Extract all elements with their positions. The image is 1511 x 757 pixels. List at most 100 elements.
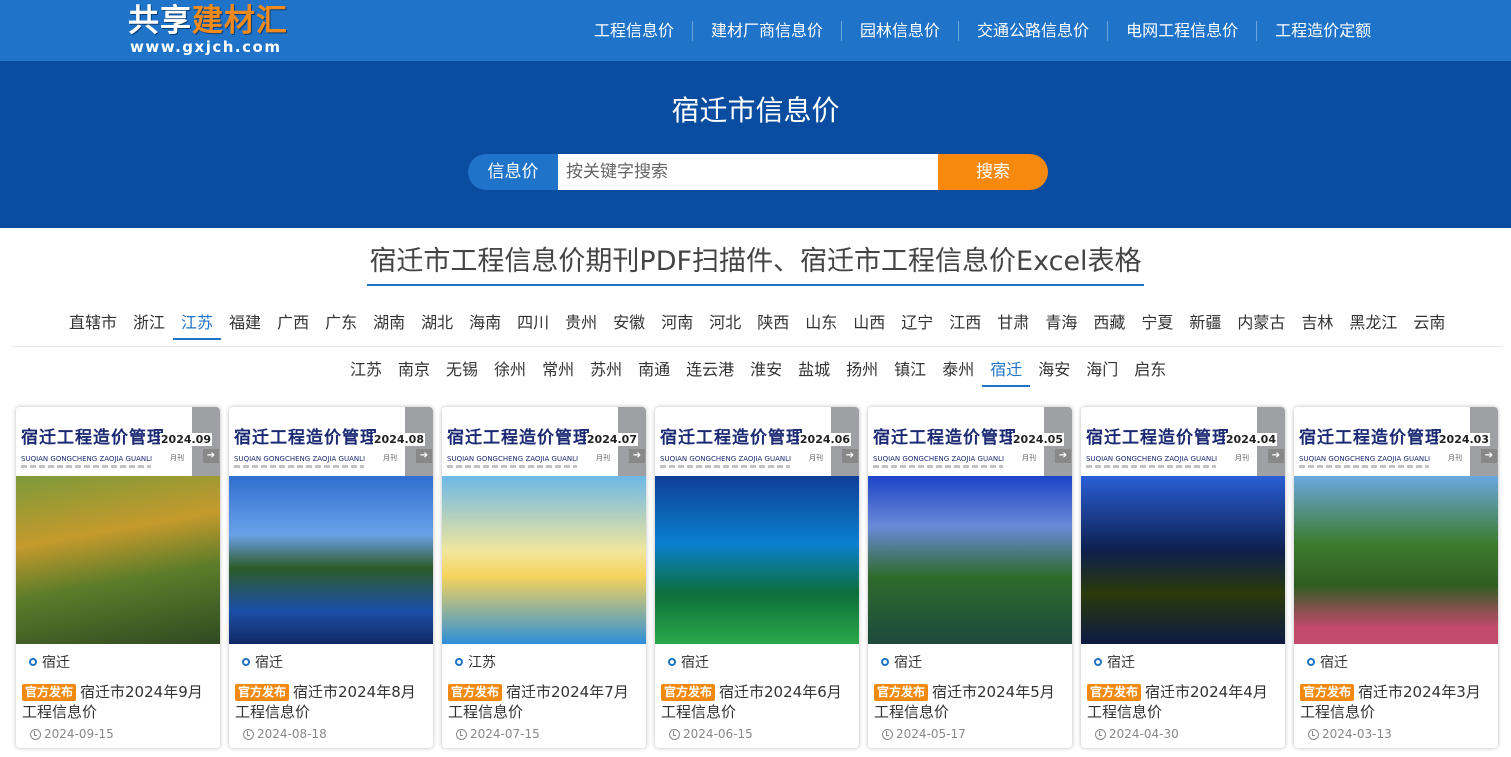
province-filter-item[interactable]: 吉林 (1293, 310, 1341, 340)
card-title[interactable]: 官方发布 宿迁市2024年6月工程信息价 (661, 682, 853, 722)
magazine-cover-image[interactable]: 宿迁工程造价管理 2024.06 SUQIAN GONGCHENG ZAOJIA… (655, 407, 859, 644)
cover-fine-print (1299, 465, 1429, 468)
city-filter-item[interactable]: 启东 (1126, 357, 1174, 387)
region-tag-label: 宿迁 (255, 655, 283, 671)
province-filter-item[interactable]: 陕西 (749, 310, 797, 340)
region-tag[interactable]: 宿迁 (881, 653, 1066, 671)
city-filter-item[interactable]: 无锡 (438, 357, 486, 387)
province-filter-item[interactable]: 广西 (269, 310, 317, 340)
nav-item-landscape-price[interactable]: 园林信息价 (842, 20, 960, 41)
cover-header: 宿迁工程造价管理 2024.03 SUQIAN GONGCHENG ZAOJIA… (1294, 407, 1498, 476)
province-filter-item[interactable]: 山东 (797, 310, 845, 340)
card-title[interactable]: 官方发布 宿迁市2024年8月工程信息价 (235, 682, 427, 722)
city-filter-item[interactable]: 徐州 (486, 357, 534, 387)
city-filter-item[interactable]: 海安 (1030, 357, 1078, 387)
city-filter-item[interactable]: 盐城 (790, 357, 838, 387)
region-tag-label: 宿迁 (42, 655, 70, 671)
cover-frequency: 月刊 (1448, 454, 1462, 462)
clock-icon (456, 728, 467, 740)
nav-item-manufacturer-price[interactable]: 建材厂商信息价 (693, 20, 843, 41)
region-tag[interactable]: 宿迁 (668, 653, 853, 671)
province-filter-item[interactable]: 西藏 (1085, 310, 1133, 340)
publish-date-text: 2024-07-15 (470, 727, 540, 741)
province-filter-item[interactable]: 安徽 (605, 310, 653, 340)
region-tag[interactable]: 江苏 (455, 653, 640, 671)
site-logo[interactable]: 共享建材汇 www.gxjch.com (128, 2, 308, 58)
magazine-cover-image[interactable]: 宿迁工程造价管理 2024.04 SUQIAN GONGCHENG ZAOJIA… (1081, 407, 1285, 644)
card-title[interactable]: 官方发布 宿迁市2024年3月工程信息价 (1300, 682, 1492, 722)
province-filter-item[interactable]: 云南 (1405, 310, 1453, 340)
publication-card[interactable]: 宿迁工程造价管理 2024.06 SUQIAN GONGCHENG ZAOJIA… (655, 407, 859, 748)
province-filter-item[interactable]: 海南 (461, 310, 509, 340)
nav-item-highway-price[interactable]: 交通公路信息价 (959, 20, 1109, 41)
magazine-cover-image[interactable]: 宿迁工程造价管理 2024.03 SUQIAN GONGCHENG ZAOJIA… (1294, 407, 1498, 644)
province-filter-item[interactable]: 湖南 (365, 310, 413, 340)
city-filter-item[interactable]: 苏州 (582, 357, 630, 387)
province-filter-item[interactable]: 山西 (845, 310, 893, 340)
card-title[interactable]: 官方发布 宿迁市2024年5月工程信息价 (874, 682, 1066, 722)
nav-item-engineering-price[interactable]: 工程信息价 (576, 20, 694, 41)
province-filter-item[interactable]: 内蒙古 (1229, 310, 1293, 340)
publication-card[interactable]: 宿迁工程造价管理 2024.05 SUQIAN GONGCHENG ZAOJIA… (868, 407, 1072, 748)
card-title[interactable]: 官方发布 宿迁市2024年9月工程信息价 (22, 682, 214, 722)
magazine-cover-image[interactable]: 宿迁工程造价管理 2024.09 SUQIAN GONGCHENG ZAOJIA… (16, 407, 220, 644)
province-filter-item[interactable]: 辽宁 (893, 310, 941, 340)
publication-card[interactable]: 宿迁工程造价管理 2024.04 SUQIAN GONGCHENG ZAOJIA… (1081, 407, 1285, 748)
card-title[interactable]: 官方发布 宿迁市2024年4月工程信息价 (1087, 682, 1279, 722)
cover-issue-number: 2024.09 (159, 433, 212, 446)
publication-card[interactable]: 宿迁工程造价管理 2024.03 SUQIAN GONGCHENG ZAOJIA… (1294, 407, 1498, 748)
province-filter-item[interactable]: 河北 (701, 310, 749, 340)
city-filter-item[interactable]: 南通 (630, 357, 678, 387)
province-filter-item[interactable]: 四川 (509, 310, 557, 340)
cover-magazine-title: 宿迁工程造价管理 (873, 428, 1017, 448)
nav-item-cost-quota[interactable]: 工程造价定额 (1257, 21, 1389, 41)
landscape-photo (868, 476, 1072, 644)
region-tag[interactable]: 宿迁 (1307, 653, 1492, 671)
publication-card[interactable]: 宿迁工程造价管理 2024.07 SUQIAN GONGCHENG ZAOJIA… (442, 407, 646, 748)
city-filter-item[interactable]: 宿迁 (982, 357, 1031, 387)
card-title[interactable]: 官方发布 宿迁市2024年7月工程信息价 (448, 682, 640, 722)
province-filter-item[interactable]: 江西 (941, 310, 989, 340)
publication-card[interactable]: 宿迁工程造价管理 2024.08 SUQIAN GONGCHENG ZAOJIA… (229, 407, 433, 748)
province-filter-item[interactable]: 广东 (317, 310, 365, 340)
region-tag[interactable]: 宿迁 (242, 653, 427, 671)
province-filter-item[interactable]: 直辖市 (61, 310, 125, 340)
city-filter-item[interactable]: 连云港 (678, 357, 742, 387)
cover-header: 宿迁工程造价管理 2024.04 SUQIAN GONGCHENG ZAOJIA… (1081, 407, 1285, 476)
province-filter-item[interactable]: 贵州 (557, 310, 605, 340)
landscape-photo (229, 476, 433, 644)
publish-date: 2024-03-13 (1308, 727, 1492, 741)
city-filter-item[interactable]: 海门 (1078, 357, 1126, 387)
city-filter-item[interactable]: 镇江 (886, 357, 934, 387)
province-filter-item[interactable]: 新疆 (1181, 310, 1229, 340)
province-filter-item[interactable]: 青海 (1037, 310, 1085, 340)
region-tag[interactable]: 宿迁 (1094, 653, 1279, 671)
province-filter-item[interactable]: 湖北 (413, 310, 461, 340)
city-filter-item[interactable]: 泰州 (934, 357, 982, 387)
province-filter-item[interactable]: 甘肃 (989, 310, 1037, 340)
province-filter-item[interactable]: 黑龙江 (1341, 310, 1405, 340)
card-body: 宿迁 官方发布 宿迁市2024年8月工程信息价 2024-08-18 (229, 644, 433, 741)
search-input[interactable] (558, 154, 938, 190)
arrow-right-icon: ➔ (1268, 449, 1284, 463)
nav-item-power-grid-price[interactable]: 电网工程信息价 (1108, 20, 1258, 41)
city-filter-item[interactable]: 常州 (534, 357, 582, 387)
magazine-cover-image[interactable]: 宿迁工程造价管理 2024.05 SUQIAN GONGCHENG ZAOJIA… (868, 407, 1072, 644)
region-tag[interactable]: 宿迁 (29, 653, 214, 671)
province-filter-item[interactable]: 福建 (221, 310, 269, 340)
city-filter-item[interactable]: 南京 (390, 357, 438, 387)
province-filter-item[interactable]: 河南 (653, 310, 701, 340)
magazine-cover-image[interactable]: 宿迁工程造价管理 2024.08 SUQIAN GONGCHENG ZAOJIA… (229, 407, 433, 644)
province-filter-item[interactable]: 浙江 (125, 310, 173, 340)
publication-card[interactable]: 宿迁工程造价管理 2024.09 SUQIAN GONGCHENG ZAOJIA… (16, 407, 220, 748)
city-filter-item[interactable]: 淮安 (742, 357, 790, 387)
search-type-selector[interactable]: 信息价 (468, 154, 558, 190)
location-dot-icon (1094, 658, 1102, 666)
province-filter-item[interactable]: 宁夏 (1133, 310, 1181, 340)
city-filter-item[interactable]: 扬州 (838, 357, 886, 387)
city-filter-item[interactable]: 江苏 (342, 357, 390, 387)
province-filter-item[interactable]: 江苏 (173, 310, 222, 340)
cover-subtitle: SUQIAN GONGCHENG ZAOJIA GUANLI (234, 455, 366, 463)
magazine-cover-image[interactable]: 宿迁工程造价管理 2024.07 SUQIAN GONGCHENG ZAOJIA… (442, 407, 646, 644)
search-button[interactable]: 搜索 (938, 154, 1048, 190)
